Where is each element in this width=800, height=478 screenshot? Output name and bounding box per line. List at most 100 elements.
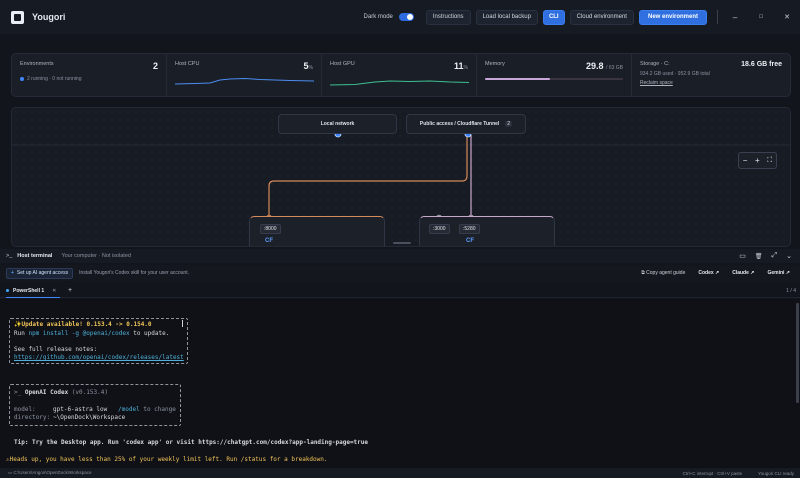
plus-icon: +	[11, 270, 14, 276]
maximize-icon[interactable]: □	[748, 14, 774, 20]
public-access-count: 2	[505, 121, 513, 127]
new-environment-button[interactable]: New environment	[638, 9, 707, 25]
collapse-icon[interactable]: ⌄	[786, 252, 792, 260]
terminal-scrollbar[interactable]	[796, 303, 799, 403]
gemini-link[interactable]: Gemini ↗	[767, 270, 790, 276]
open-folder-icon[interactable]: ▭	[739, 252, 746, 260]
cli-button[interactable]: CLI	[542, 9, 565, 25]
local-network-label: Local network	[320, 121, 355, 127]
fit-view-icon[interactable]: ⛶	[767, 157, 772, 165]
directory-key: directory:	[14, 414, 51, 421]
app-logo-icon	[11, 10, 24, 24]
local-network-node[interactable]: Local network	[278, 114, 397, 134]
run-command: npm install -g @openai/codex	[28, 330, 130, 337]
terminal-subtitle: Your computer · Not isolated	[61, 253, 131, 259]
terminal-title: Host terminal	[17, 253, 53, 259]
status-bar-right: Ctrl+C interrupt · Ctrl+V paste Yougori …	[683, 468, 794, 478]
gpu-stat: Host GPU 11%	[322, 54, 477, 96]
add-tab-icon[interactable]: +	[68, 287, 72, 294]
close-window-icon[interactable]: ✕	[774, 13, 800, 21]
env2-cloudflare-label[interactable]: CF	[466, 238, 474, 244]
cloud-environment-button[interactable]: Cloud environment	[569, 9, 634, 25]
gpu-value: 11%	[454, 61, 468, 71]
copy-agent-guide-button[interactable]: ⧉ Copy agent guide	[641, 270, 685, 276]
running-dot-icon	[20, 77, 24, 81]
storage-value: 18.6 GB free	[741, 61, 782, 68]
environments-value: 2	[152, 61, 158, 71]
limit-warning-line: ⚠Heads up, you have less than 25% of you…	[6, 456, 328, 463]
app-title: Yougori	[32, 12, 66, 22]
gpu-label: Host GPU	[330, 61, 355, 67]
app-window: Yougori Dark mode Instructions Load loca…	[0, 0, 800, 478]
zoom-out-icon[interactable]: −	[743, 156, 748, 165]
model-command: /model	[118, 406, 140, 413]
claude-link[interactable]: Claude ↗	[732, 270, 754, 276]
environments-sub: 2 running · 0 not running	[20, 76, 158, 82]
cpu-unit: %	[308, 65, 313, 71]
setup-agent-access-label: Set up AI agent access	[16, 270, 69, 276]
env2-port-chip-2[interactable]: :5280	[459, 224, 480, 234]
run-prefix: Run	[14, 330, 29, 337]
model-value: gpt-6-astra low	[53, 406, 108, 413]
model-value-group: gpt-6-astra low /model to change	[53, 406, 176, 413]
dark-mode-toggle[interactable]	[398, 13, 414, 21]
environment-card-2[interactable]: :3000 :5280 CF	[419, 216, 555, 246]
codex-prompt-icon: >_	[14, 389, 25, 396]
public-access-node[interactable]: Public access / Cloudflare Tunnel 2	[406, 114, 526, 134]
env1-port-chip[interactable]: :8000	[260, 224, 281, 234]
memory-bar	[485, 78, 623, 80]
release-notes-link[interactable]: https://github.com/openai/codex/releases…	[14, 354, 184, 361]
terminal-cursor	[182, 320, 183, 327]
agent-access-bar: + Set up AI agent access Install Yougori…	[0, 265, 800, 281]
tab-powershell-1[interactable]: PowerShell 1 ✕	[6, 284, 61, 298]
shortcut-hint: Ctrl+C interrupt · Ctrl+V paste	[682, 470, 743, 476]
model-key: model:	[14, 406, 36, 413]
load-backup-button[interactable]: Load local backup	[475, 9, 538, 25]
title-bar-actions: Dark mode Instructions Load local backup…	[364, 0, 800, 34]
tab-active-dot-icon	[6, 289, 9, 292]
tab-count: 1 / 4	[786, 288, 796, 294]
tab-label: PowerShell 1	[13, 287, 45, 294]
working-directory-path: C:\Users\Angon\OpenDock\Workspace	[13, 470, 92, 475]
setup-agent-access-button[interactable]: + Set up AI agent access	[6, 267, 74, 279]
environments-status-text: 2 running · 0 not running	[27, 76, 82, 82]
dark-mode-label: Dark mode	[363, 14, 393, 20]
codex-title: OpenAI Codex	[24, 389, 69, 396]
cpu-value: 5%	[304, 61, 313, 71]
instructions-button[interactable]: Instructions	[425, 9, 471, 25]
memory-bar-fill	[485, 78, 550, 80]
minimize-icon[interactable]: –	[722, 13, 748, 22]
memory-unit: / 63 GB	[606, 65, 623, 71]
tab-close-icon[interactable]: ✕	[52, 288, 56, 294]
trash-icon[interactable]: 🗑	[755, 253, 763, 260]
expand-icon[interactable]: ⤢	[772, 252, 778, 260]
env1-cloudflare-label[interactable]: CF	[265, 238, 273, 244]
cpu-label: Host CPU	[175, 61, 200, 67]
reclaim-space-link[interactable]: Reclaim space	[640, 80, 782, 86]
memory-stat: Memory 29.8 / 63 GB	[477, 54, 632, 96]
cli-ready-status: Yougori CLI ready	[758, 470, 794, 476]
zoom-in-icon[interactable]: +	[755, 156, 760, 165]
update-text: Update available! 0.153.4 -> 0.154.0	[21, 321, 152, 328]
codex-version: (v0.153.4)	[68, 389, 108, 396]
storage-sub: 934.2 GB used · 952.9 GB total	[640, 71, 710, 77]
env2-port-chip-1[interactable]: :3000	[429, 224, 450, 234]
environments-stat[interactable]: Environments 2 2 running · 0 not running	[12, 54, 167, 96]
terminal-prompt-icon: >_	[6, 253, 13, 259]
tip-line: Tip: Try the Desktop app. Run 'codex app…	[14, 439, 369, 446]
status-bar: ▭ C:\Users\Angon\OpenDock\Workspace Ctrl…	[0, 468, 800, 478]
memory-value: 29.8 / 63 GB	[586, 61, 623, 71]
codex-link[interactable]: Codex ↗	[698, 270, 719, 276]
network-connections	[12, 130, 790, 222]
network-canvas[interactable]: Local network Public access / Cloudflare…	[11, 107, 791, 247]
release-notes-label: See full release notes:	[14, 346, 98, 353]
resize-handle[interactable]	[393, 242, 411, 244]
gpu-value-number: 11	[454, 61, 464, 71]
copy-agent-guide-label: Copy agent guide	[646, 270, 686, 276]
environment-card-1[interactable]: :8000 CF	[249, 216, 385, 246]
gpu-unit: %	[463, 65, 468, 71]
terminal-output[interactable]: ✨Update available! 0.153.4 -> 0.154.0 Ru…	[0, 299, 800, 468]
memory-value-number: 29.8	[586, 61, 604, 71]
codex-title-line: >_ OpenAI Codex (v0.153.4)	[14, 389, 108, 396]
public-access-label: Public access / Cloudflare Tunnel	[419, 121, 500, 127]
